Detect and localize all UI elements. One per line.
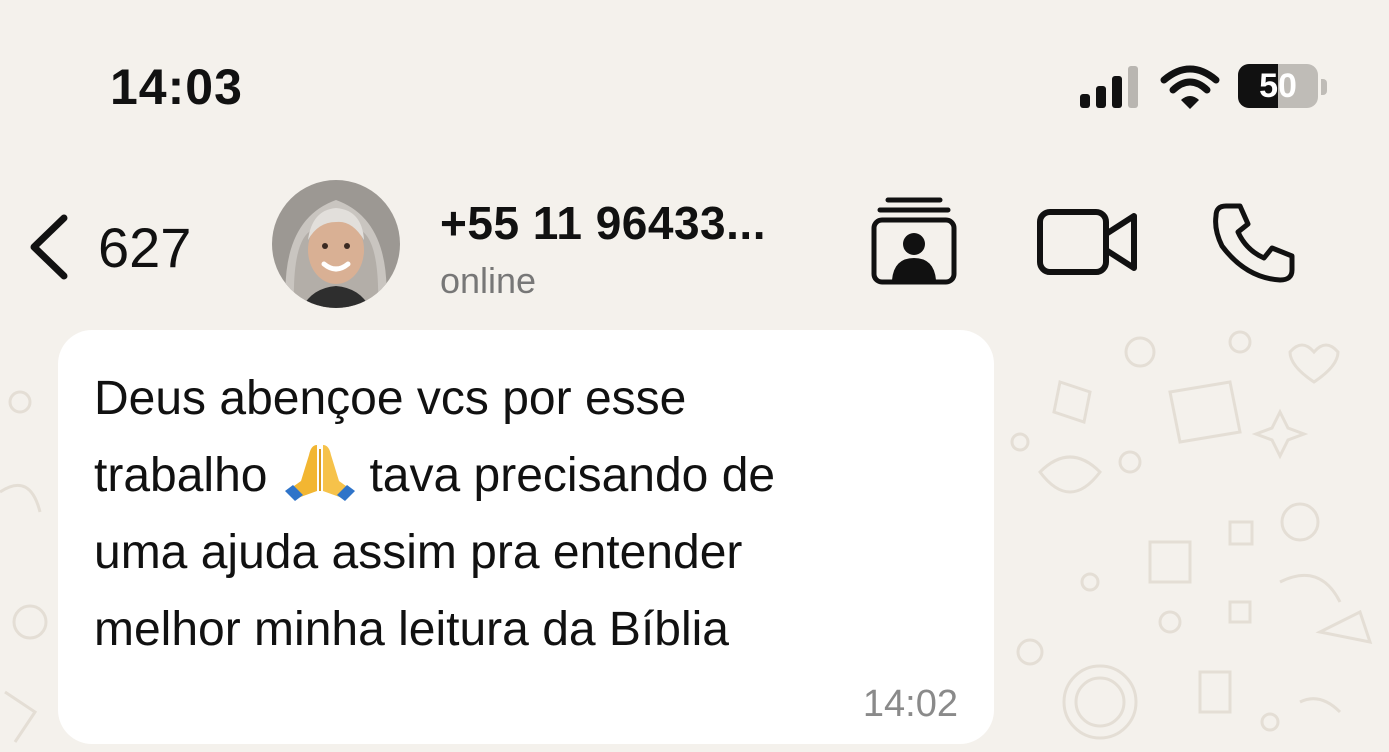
back-button[interactable]: 627 [24,202,191,292]
signal-bars-icon [1080,66,1138,108]
battery-level: 50 [1259,67,1297,105]
message-line: uma ajuda assim pra entender [94,526,743,579]
chat-header: 627 +55 11 96433... online [0,160,1389,320]
battery-cap [1321,79,1327,95]
chat-area: Deus abençoe vcs por esse trabalho tava … [0,322,1389,752]
status-bar: 14:03 50 [0,0,1389,160]
message-timestamp: 14:02 [862,683,958,725]
message-line: Deus abençoe vcs por esse [94,372,687,425]
message-bubble[interactable]: Deus abençoe vcs por esse trabalho tava … [58,330,994,744]
battery-indicator: 50 [1238,64,1330,110]
contact-name: +55 11 96433... [440,197,766,249]
folded-hands-icon [285,445,356,501]
message-text: trabalho [94,449,268,502]
avatar-image [272,180,400,308]
status-time: 14:03 [110,59,243,115]
contact-status: online [440,260,537,301]
phone-icon[interactable] [1212,202,1298,284]
video-camera-icon[interactable] [1036,204,1140,280]
unread-count: 627 [98,215,192,279]
wifi-icon [1160,65,1220,109]
contact-card-icon[interactable] [870,194,958,286]
chevron-left-icon [30,214,68,280]
message-text: tava precisando de [369,449,776,502]
message-line-with-emoji: trabalho tava precisando de [94,437,960,514]
battery-body: 50 [1238,64,1318,108]
contact-info[interactable]: +55 11 96433... online [440,196,766,302]
avatar[interactable] [272,180,400,308]
message-line: melhor minha leitura da Bíblia [94,603,729,656]
